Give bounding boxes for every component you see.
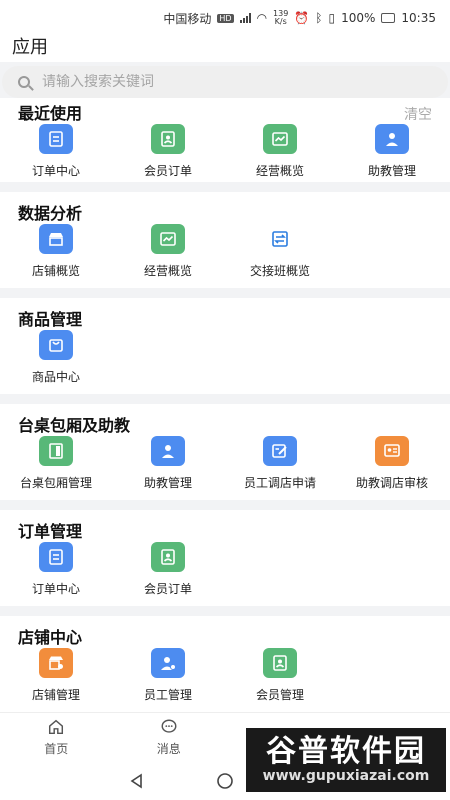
app-grid: 台桌包厢管理 助教管理 员工调店申请 助教调店审核 [0, 436, 450, 491]
hd-badge: HD [217, 13, 234, 23]
order-icon [39, 542, 73, 572]
section-title: 订单管理 [18, 522, 83, 541]
member-icon [151, 124, 185, 154]
app-item-label: 台桌包厢管理 [19, 476, 92, 490]
store-settings-icon [39, 648, 73, 678]
tab-messages[interactable]: 消息 [113, 713, 226, 762]
shift-icon [263, 224, 297, 254]
store-icon [39, 224, 73, 254]
section-5: 订单管理订单中心 会员订单 [0, 510, 450, 606]
card-icon [375, 436, 409, 466]
member-icon [151, 542, 185, 572]
net-speed-unit: K/s [274, 17, 287, 26]
carrier-label: 中国移动 [163, 11, 212, 26]
app-item-label: 订单中心 [31, 164, 80, 178]
section-2: 数据分析店铺概览 经营概览 交接班概览 [0, 192, 450, 288]
app-grid: 店铺管理 员工管理 会员管理 [0, 648, 450, 703]
app-item[interactable]: 会员管理 [224, 648, 336, 703]
section-title: 数据分析 [18, 204, 83, 223]
app-item-label: 店铺管理 [31, 688, 80, 702]
app-item[interactable]: 订单中心 [0, 124, 112, 179]
app-item-label: 会员管理 [255, 688, 304, 702]
signal-icon [239, 13, 251, 23]
app-item[interactable]: 会员订单 [112, 542, 224, 597]
app-item-label: 员工管理 [143, 688, 192, 702]
alarm-icon: ⏰ [294, 11, 310, 25]
app-item-label: 助教调店审核 [355, 476, 428, 490]
chart-icon [151, 224, 185, 254]
app-item[interactable]: 台桌包厢管理 [0, 436, 112, 491]
chart-icon [263, 124, 297, 154]
app-item-label: 助教管理 [143, 476, 192, 490]
page-title: 应用 [12, 37, 48, 58]
search-bar[interactable] [2, 66, 448, 98]
page-header: 应用 [0, 30, 450, 62]
home-icon [49, 719, 64, 735]
member-icon [263, 648, 297, 678]
section-title: 最近使用 [18, 104, 83, 123]
app-item-label: 订单中心 [31, 582, 80, 596]
section-title: 店铺中心 [18, 628, 83, 647]
app-item-label: 商品中心 [31, 370, 80, 384]
section-6: 店铺中心店铺管理 员工管理 会员管理 [0, 616, 450, 712]
search-input[interactable] [42, 74, 402, 90]
wifi-icon: ◠ [256, 11, 268, 25]
app-item-label: 经营概览 [143, 264, 192, 278]
app-item[interactable]: 店铺概览 [0, 224, 112, 279]
app-grid: 订单中心 会员订单 [0, 542, 450, 597]
section-title: 商品管理 [18, 310, 83, 329]
person-icon [151, 436, 185, 466]
app-item-label: 经营概览 [255, 164, 304, 178]
app-item[interactable]: 店铺管理 [0, 648, 112, 703]
app-grid: 商品中心 [0, 330, 450, 385]
app-item[interactable]: 经营概览 [112, 224, 224, 279]
edit-icon [263, 436, 297, 466]
app-item[interactable]: 员工调店申请 [224, 436, 336, 491]
app-item-label: 会员订单 [143, 582, 192, 596]
app-item[interactable]: 交接班概览 [224, 224, 336, 279]
door-icon [39, 436, 73, 466]
app-grid: 店铺概览 经营概览 交接班概览 [0, 224, 450, 279]
app-item-label: 交接班概览 [249, 264, 310, 278]
app-item-label: 店铺概览 [31, 264, 80, 278]
app-item[interactable]: 会员订单 [112, 124, 224, 179]
search-icon [18, 76, 30, 88]
vibrate-icon: ▯ [328, 11, 336, 25]
message-icon [161, 719, 177, 733]
watermark-logo: 谷普软件园 www.gupuxiazai.com [246, 728, 446, 792]
battery-percent: 100% [341, 11, 376, 25]
net-speed: 139 K/s [273, 10, 288, 26]
clock-time: 10:35 [401, 11, 436, 25]
tab-home-label: 首页 [44, 742, 69, 756]
app-item-label: 助教管理 [367, 164, 416, 178]
app-item[interactable]: 商品中心 [0, 330, 112, 385]
bag-icon [39, 330, 73, 360]
section-4: 台桌包厢及助教台桌包厢管理 助教管理 员工调店申请 助教调店审核 [0, 404, 450, 500]
tab-home[interactable]: 首页 [0, 713, 113, 762]
clear-recent-button[interactable]: 清空 [404, 104, 432, 124]
app-item-label: 会员订单 [143, 164, 192, 178]
section-3: 商品管理商品中心 [0, 298, 450, 394]
back-icon[interactable] [128, 772, 146, 790]
app-item[interactable]: 员工管理 [112, 648, 224, 703]
bluetooth-icon: ᛒ [315, 11, 323, 25]
person-icon [375, 124, 409, 154]
app-item[interactable]: 助教管理 [336, 124, 448, 179]
battery-icon [381, 13, 396, 23]
tab-messages-label: 消息 [156, 742, 181, 756]
app-item-label: 员工调店申请 [243, 476, 316, 490]
app-item[interactable]: 经营概览 [224, 124, 336, 179]
section-1: 最近使用 清空订单中心 会员订单 经营概览 助教管理 [0, 98, 450, 182]
app-grid: 订单中心 会员订单 经营概览 助教管理 [0, 124, 450, 179]
app-item[interactable]: 助教调店审核 [336, 436, 448, 491]
watermark-title: 谷普软件园 [266, 734, 426, 769]
watermark-url: www.gupuxiazai.com [262, 768, 430, 784]
home-nav-icon[interactable] [216, 772, 234, 790]
app-item[interactable]: 订单中心 [0, 542, 112, 597]
order-icon [39, 124, 73, 154]
app-item[interactable]: 助教管理 [112, 436, 224, 491]
staff-icon [151, 648, 185, 678]
section-title: 台桌包厢及助教 [18, 416, 131, 435]
